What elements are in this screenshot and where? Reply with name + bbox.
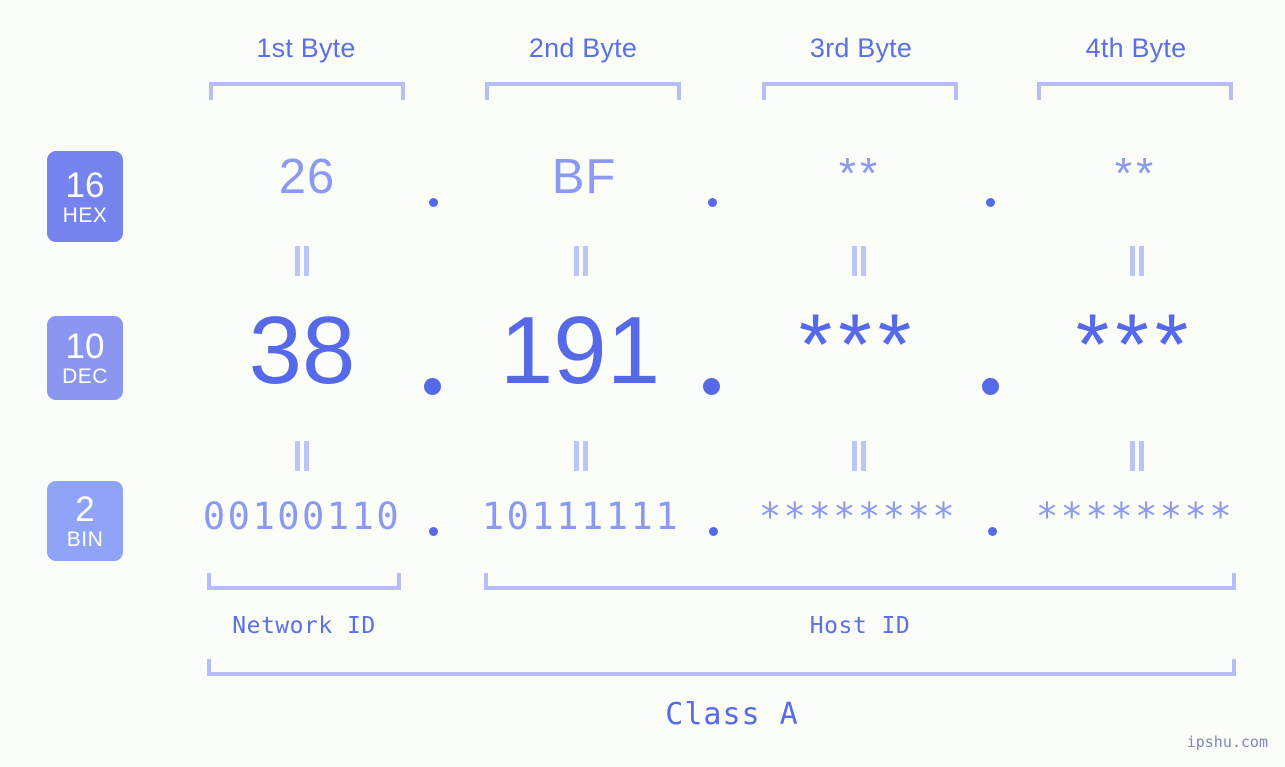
site-watermark: ipshu.com: [1186, 733, 1268, 751]
dec-separator-dot-3: [982, 378, 999, 395]
dec-byte-4: ***: [1075, 297, 1195, 393]
hex-separator-dot-3: [986, 198, 995, 207]
byte-header-2: 2nd Byte: [528, 33, 638, 63]
dec-byte-3: ***: [798, 297, 918, 393]
base-badge-bin: 2 BIN: [47, 481, 123, 561]
byte-bracket-top-1: [209, 82, 405, 100]
class-label: Class A: [665, 697, 799, 732]
host-id-label: Host ID: [809, 613, 911, 639]
base-badge-dec-name: DEC: [62, 365, 108, 388]
equals-icon-hex-dec-2: [573, 246, 589, 276]
bin-byte-2: 10111111: [481, 495, 681, 538]
dec-separator-dot-2: [703, 378, 720, 395]
byte-header-3: 3rd Byte: [809, 33, 913, 63]
network-id-label: Network ID: [232, 613, 376, 639]
equals-icon-dec-bin-3: [851, 441, 867, 471]
class-bracket: [207, 659, 1236, 676]
equals-icon-hex-dec-3: [851, 246, 867, 276]
dec-byte-1: 38: [248, 297, 356, 404]
equals-icon-dec-bin-4: [1129, 441, 1145, 471]
dec-byte-2: 191: [499, 297, 661, 404]
base-badge-dec-number: 10: [65, 327, 105, 366]
dec-separator-dot-1: [424, 378, 441, 395]
bin-byte-1: 00100110: [202, 495, 402, 538]
byte-header-1: 1st Byte: [256, 33, 356, 63]
bin-separator-dot-1: [429, 527, 438, 536]
hex-byte-1: 26: [278, 150, 336, 204]
bin-byte-3: ********: [758, 495, 958, 538]
base-badge-hex-number: 16: [65, 165, 105, 205]
byte-header-4: 4th Byte: [1085, 33, 1187, 63]
base-badge-hex: 16 HEX: [47, 151, 123, 242]
equals-icon-dec-bin-1: [294, 441, 310, 471]
base-badge-hex-name: HEX: [62, 203, 108, 227]
byte-bracket-top-4: [1037, 82, 1233, 100]
network-id-bracket: [207, 573, 401, 590]
equals-icon-hex-dec-1: [294, 246, 310, 276]
host-id-bracket: [484, 573, 1236, 590]
hex-byte-2: BF: [551, 150, 617, 204]
bin-separator-dot-2: [709, 527, 718, 536]
hex-separator-dot-2: [708, 198, 717, 207]
byte-bracket-top-2: [485, 82, 681, 100]
bin-byte-4: ********: [1035, 495, 1235, 538]
hex-separator-dot-1: [429, 198, 438, 207]
byte-bracket-top-3: [762, 82, 958, 100]
equals-icon-dec-bin-2: [573, 441, 589, 471]
hex-byte-4: **: [1114, 149, 1158, 198]
base-badge-dec: 10 DEC: [47, 316, 123, 400]
ip-address-breakdown-diagram: 1st Byte 2nd Byte 3rd Byte 4th Byte 16 H…: [0, 0, 1285, 767]
base-badge-bin-name: BIN: [66, 528, 104, 551]
base-badge-bin-number: 2: [75, 490, 95, 529]
hex-byte-3: **: [838, 149, 882, 198]
bin-separator-dot-3: [988, 527, 997, 536]
equals-icon-hex-dec-4: [1129, 246, 1145, 276]
